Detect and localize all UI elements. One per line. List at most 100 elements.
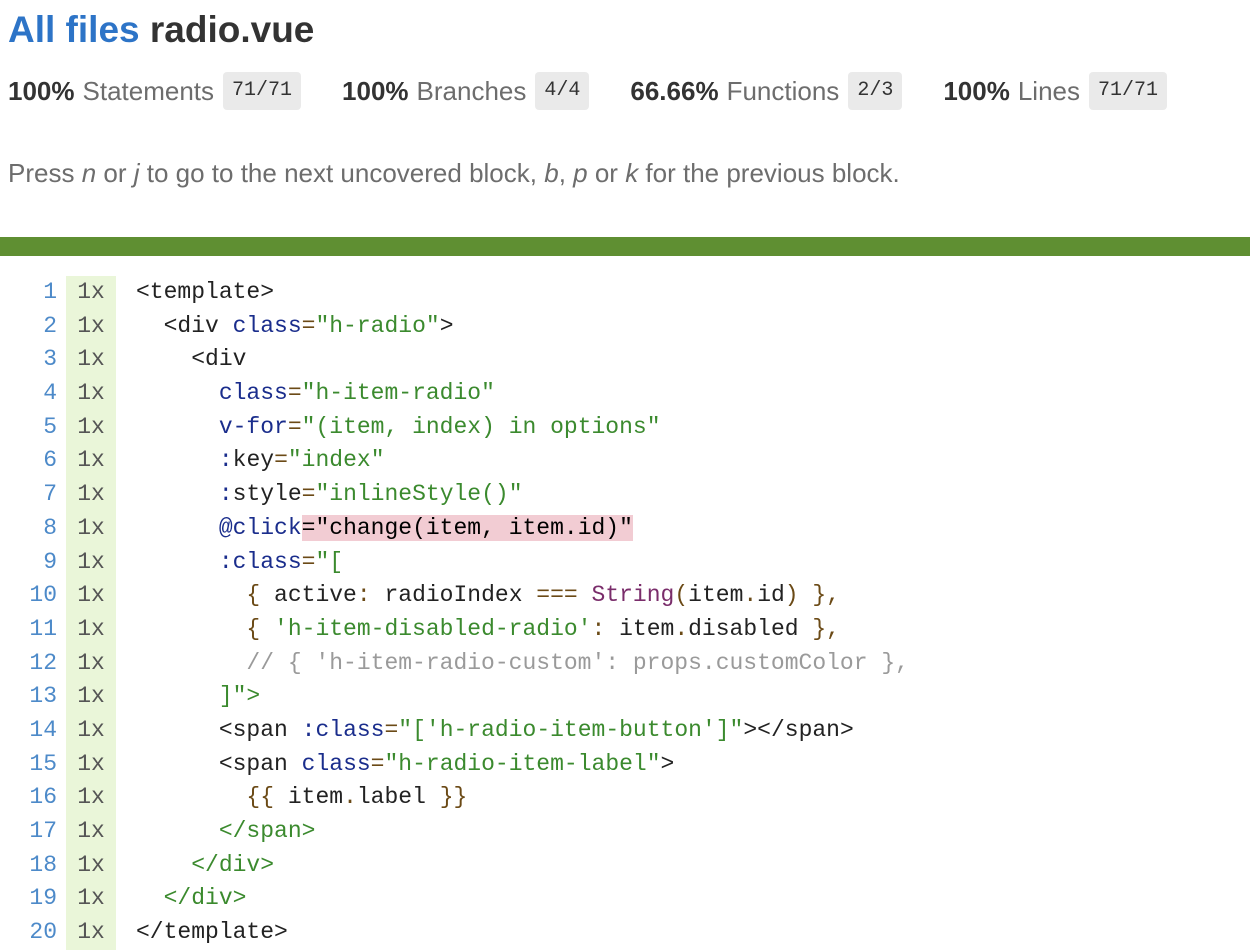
- source-code: <div: [136, 343, 246, 377]
- code-token: </div>: [191, 851, 275, 878]
- source-code: { active: radioIndex === String(item.id)…: [136, 579, 840, 613]
- hit-count: 1x: [77, 683, 105, 710]
- code-line: 11 1x { 'h-item-disabled-radio': item.dis…: [0, 613, 1250, 647]
- code-token: ) },: [784, 582, 841, 609]
- line-number-link[interactable]: 3: [0, 343, 57, 377]
- line-number-link[interactable]: 14: [0, 714, 57, 748]
- line-number-link[interactable]: 13: [0, 680, 57, 714]
- all-files-link[interactable]: All files: [8, 9, 140, 50]
- source-code: class="h-item-radio": [136, 377, 495, 411]
- line-number-link[interactable]: 1: [0, 276, 57, 310]
- uncovered-code: ="change(item, item.id)": [301, 514, 633, 541]
- code-token: <span: [218, 716, 302, 743]
- code-token: =: [301, 481, 316, 508]
- line-number-link[interactable]: 4: [0, 377, 57, 411]
- line-number-link[interactable]: 6: [0, 444, 57, 478]
- hit-count: 1x: [77, 750, 105, 777]
- metric-fraction: 4/4: [535, 72, 590, 110]
- code-token: >: [660, 750, 675, 777]
- code-token: style: [232, 481, 302, 508]
- coverage-status-bar: [0, 237, 1250, 256]
- line-number-link[interactable]: 12: [0, 647, 57, 681]
- code-token: label: [356, 784, 440, 811]
- hit-count: 1x: [77, 514, 105, 541]
- code-token: "h-radio": [315, 312, 440, 339]
- code-token: class: [301, 750, 371, 777]
- hint-text: ,: [558, 158, 574, 188]
- code-line: 19 1x </div>: [0, 882, 1250, 916]
- code-token: "['h-radio-item-button']": [398, 716, 744, 743]
- code-line: 10 1x { active: radioIndex === String(ite…: [0, 579, 1250, 613]
- code-token: (: [674, 582, 689, 609]
- code-listing: 1 1x <template> 2 1x <div class="h-radio"> 3 1…: [0, 276, 1250, 950]
- source-code: <template>: [136, 276, 274, 310]
- hit-count: 1x: [77, 784, 105, 811]
- line-number-link[interactable]: 9: [0, 546, 57, 580]
- hint-key: p: [573, 158, 588, 188]
- line-number-link[interactable]: 2: [0, 310, 57, 344]
- metric-label: Functions: [726, 76, 840, 106]
- hit-count: 1x: [77, 312, 105, 339]
- line-number-link[interactable]: 7: [0, 478, 57, 512]
- code-token: item: [688, 582, 744, 609]
- hint-text: to go to the next uncovered block,: [139, 158, 545, 188]
- code-token: .: [674, 615, 689, 642]
- code-token: class: [218, 380, 288, 407]
- code-token: =: [274, 447, 288, 474]
- hint-key: b: [544, 158, 559, 188]
- code-token: "h-item-radio": [301, 380, 495, 407]
- hint-text: or: [587, 158, 626, 188]
- code-token: =: [370, 750, 385, 777]
- source-code: :class="[: [136, 546, 343, 580]
- hit-count: 1x: [77, 346, 105, 373]
- line-number-link[interactable]: 20: [0, 916, 57, 950]
- line-number-link[interactable]: 19: [0, 882, 57, 916]
- hint-text: or: [96, 158, 134, 188]
- line-number-link[interactable]: 5: [0, 411, 57, 445]
- code-line: 12 1x // { 'h-item-radio-custom': props.c…: [0, 647, 1250, 681]
- code-line: 8 1x @click="change(item, item.id)": [0, 512, 1250, 546]
- metric-fraction: 71/71: [1088, 72, 1167, 110]
- code-token: =: [301, 312, 316, 339]
- line-number-link[interactable]: 17: [0, 815, 57, 849]
- hint-key: k: [625, 158, 639, 188]
- code-line: 14 1x <span :class="['h-radio-item-button…: [0, 714, 1250, 748]
- line-number-link[interactable]: 11: [0, 613, 57, 647]
- line-number-link[interactable]: 18: [0, 849, 57, 883]
- code-token: item: [619, 615, 675, 642]
- line-number-link[interactable]: 10: [0, 579, 57, 613]
- code-token: </span>: [218, 818, 316, 844]
- hit-count: 1x: [77, 851, 105, 878]
- code-line: 18 1x </div>: [0, 849, 1250, 883]
- keyboard-hint: Press n or j to go to the next uncovered…: [8, 155, 900, 191]
- code-token: v-for: [218, 413, 288, 440]
- code-token: class: [232, 312, 302, 339]
- code-token: =: [301, 548, 316, 575]
- metric-fraction: 2/3: [848, 72, 903, 110]
- source-code: <div class="h-radio">: [136, 310, 454, 344]
- code-token: :class: [218, 548, 302, 575]
- code-token: 'h-item-disabled-radio': [274, 615, 592, 642]
- metric-percent: 100%: [943, 76, 1010, 106]
- line-number-link[interactable]: 8: [0, 512, 57, 546]
- hit-count: 1x: [77, 413, 105, 440]
- code-token: <div: [163, 312, 233, 339]
- code-token: key: [232, 447, 275, 474]
- code-token: .: [343, 784, 357, 811]
- metric-label: Lines: [1017, 76, 1080, 106]
- code-token: // { 'h-item-radio-custom': props.custom…: [246, 649, 909, 676]
- hit-count: 1x: [77, 649, 105, 676]
- page-title: All files radio.vue: [8, 8, 1242, 52]
- line-number-link[interactable]: 15: [0, 748, 57, 782]
- line-number-link[interactable]: 16: [0, 781, 57, 815]
- source-code: :key="index": [136, 444, 385, 478]
- code-line: 9 1x :class="[: [0, 546, 1250, 580]
